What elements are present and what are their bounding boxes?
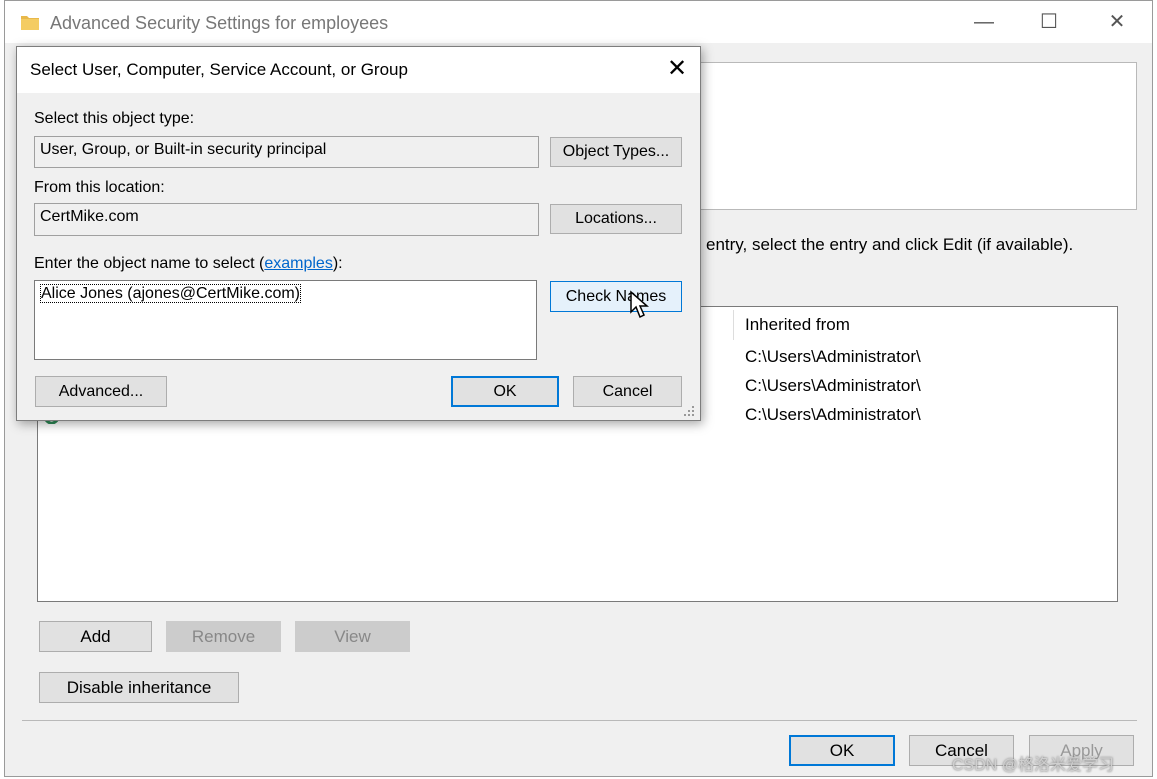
object-name-label-suffix: ): <box>332 255 343 272</box>
disable-inheritance-button[interactable]: Disable inheritance <box>39 672 239 703</box>
folder-icon <box>20 12 40 32</box>
watermark: CSDN @格洛米爱学习 <box>952 757 1115 774</box>
object-type-label: Select this object type: <box>34 110 195 127</box>
dialog-cancel-button[interactable]: Cancel <box>573 376 682 407</box>
locations-button[interactable]: Locations... <box>550 204 682 234</box>
column-separator[interactable] <box>733 310 734 340</box>
location-field: CertMike.com <box>34 203 539 236</box>
view-button[interactable]: View <box>295 621 410 652</box>
object-name-label-prefix: Enter the object name to select ( <box>34 255 265 272</box>
add-button[interactable]: Add <box>39 621 152 652</box>
instruction-text: entry, select the entry and click Edit (… <box>706 235 1074 254</box>
minimize-button[interactable]: — <box>961 1 1007 43</box>
dialog-close-icon[interactable]: ✕ <box>660 52 694 86</box>
resize-grip-icon[interactable] <box>682 404 696 418</box>
dialog-title: Select User, Computer, Service Account, … <box>30 60 408 79</box>
close-window-button[interactable]: ✕ <box>1094 1 1140 43</box>
table-row-inherited[interactable]: C:\Users\Administrator\ <box>745 347 921 367</box>
table-row-inherited[interactable]: C:\Users\Administrator\ <box>745 376 921 396</box>
cursor-icon <box>629 290 651 320</box>
maximize-button[interactable]: ☐ <box>1026 1 1072 43</box>
column-header-inherited-from[interactable]: Inherited from <box>745 315 850 335</box>
ok-button[interactable]: OK <box>789 735 895 766</box>
divider <box>22 720 1137 721</box>
window-title: Advanced Security Settings for employees <box>50 13 389 33</box>
remove-button[interactable]: Remove <box>166 621 281 652</box>
examples-link[interactable]: examples <box>264 255 332 272</box>
object-name-input[interactable]: Alice Jones (ajones@CertMike.com) <box>34 280 537 360</box>
object-name-label: Enter the object name to select (example… <box>34 255 343 273</box>
object-type-field: User, Group, or Built-in security princi… <box>34 136 539 168</box>
object-types-button[interactable]: Object Types... <box>550 137 682 167</box>
advanced-button[interactable]: Advanced... <box>35 376 167 407</box>
object-name-value: Alice Jones (ajones@CertMike.com) <box>40 284 301 303</box>
location-label: From this location: <box>34 179 165 196</box>
dialog-ok-button[interactable]: OK <box>451 376 559 407</box>
table-row-inherited[interactable]: C:\Users\Administrator\ <box>745 405 921 425</box>
check-names-button[interactable]: Check Names <box>550 281 682 312</box>
